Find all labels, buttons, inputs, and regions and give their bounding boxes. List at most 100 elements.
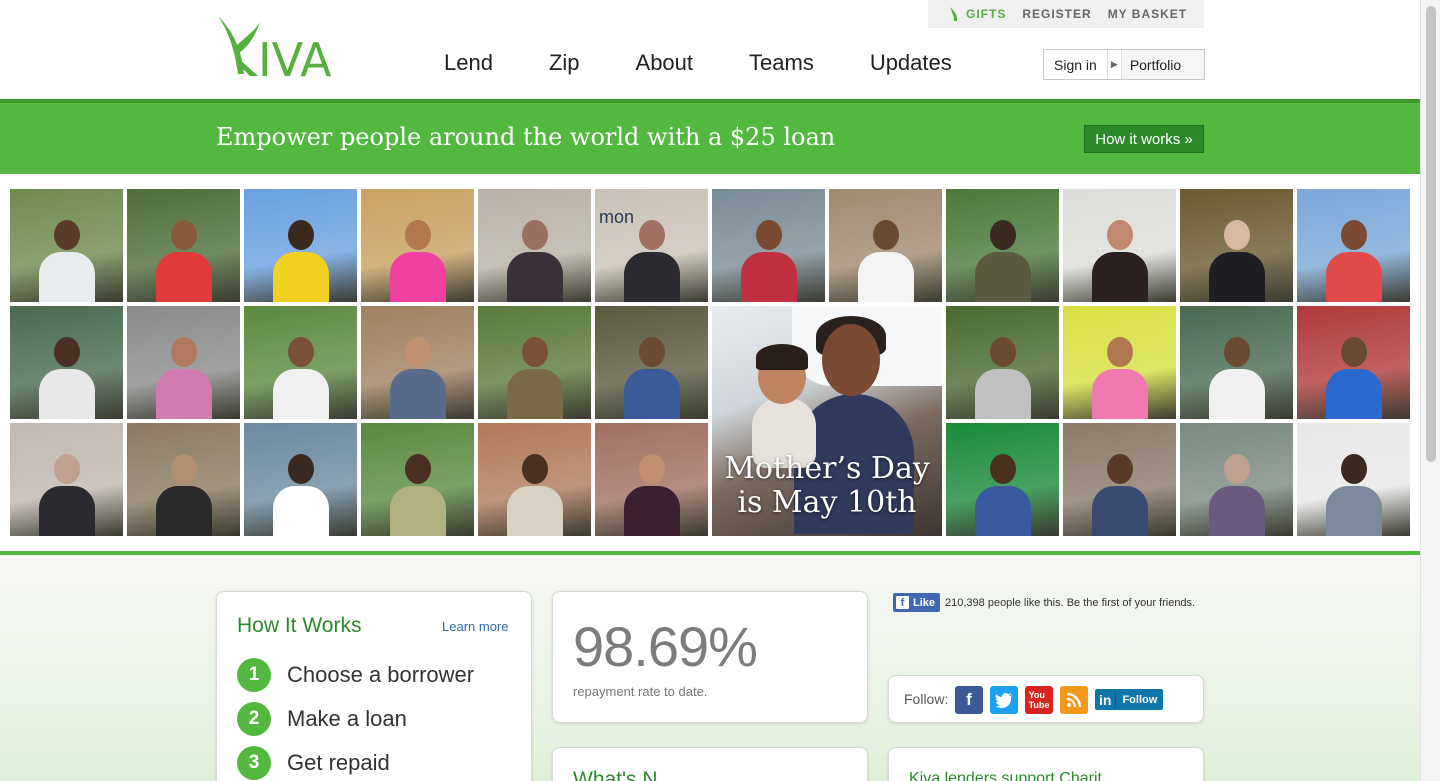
- scrollbar-thumb[interactable]: [1426, 6, 1436, 462]
- borrower-photo[interactable]: [1180, 189, 1293, 302]
- register-link[interactable]: REGISTER: [1022, 7, 1091, 21]
- borrower-face: [1223, 454, 1250, 484]
- borrower-face: [989, 337, 1016, 367]
- borrower-clothing: [1091, 486, 1148, 536]
- borrower-photo[interactable]: [244, 306, 357, 419]
- learn-more-link[interactable]: Learn more: [442, 619, 508, 634]
- gifts-link[interactable]: GIFTS: [948, 6, 1006, 22]
- borrower-photo[interactable]: [361, 306, 474, 419]
- arrow-right-icon: ▶: [1106, 50, 1121, 79]
- borrower-face: [1106, 220, 1133, 250]
- site-header: IVA GIFTS REGISTER MY BASKET Lend Zip Ab…: [0, 0, 1420, 99]
- borrower-clothing: [389, 486, 446, 536]
- borrower-photo[interactable]: [478, 306, 591, 419]
- linkedin-follow-label: Follow: [1122, 693, 1158, 706]
- linkedin-follow-button[interactable]: in Follow: [1095, 689, 1164, 710]
- borrower-photo[interactable]: [946, 306, 1059, 419]
- twitter-icon[interactable]: [990, 686, 1018, 714]
- borrower-photo[interactable]: [1063, 423, 1176, 536]
- nav-lend[interactable]: Lend: [444, 50, 493, 76]
- borrower-photo[interactable]: [127, 189, 240, 302]
- feature-caption-line1: Mother’s Day: [724, 451, 930, 486]
- borrower-photo[interactable]: [595, 306, 708, 419]
- repayment-rate-card: 98.69% repayment rate to date.: [552, 591, 868, 723]
- borrower-figure: [1091, 220, 1148, 302]
- borrower-photo[interactable]: [244, 189, 357, 302]
- borrower-face: [53, 220, 80, 250]
- borrower-photo[interactable]: [946, 189, 1059, 302]
- nav-updates[interactable]: Updates: [870, 50, 952, 76]
- borrower-face: [1106, 454, 1133, 484]
- borrower-photo[interactable]: [10, 189, 123, 302]
- leaf-icon: [950, 7, 958, 21]
- borrower-photo[interactable]: [127, 306, 240, 419]
- nav-about[interactable]: About: [636, 50, 694, 76]
- step-number: 3: [237, 746, 271, 780]
- borrower-photo[interactable]: mon: [595, 189, 708, 302]
- step-get-repaid[interactable]: 3 Get repaid: [237, 746, 390, 780]
- borrower-face: [521, 454, 548, 484]
- borrower-photo[interactable]: [478, 423, 591, 536]
- borrower-photo[interactable]: [1180, 423, 1293, 536]
- page-scrollbar[interactable]: [1420, 0, 1440, 781]
- borrower-figure: [1325, 337, 1382, 419]
- how-it-works-button[interactable]: How it works »: [1084, 125, 1204, 153]
- borrower-clothing: [272, 252, 329, 302]
- step-choose-borrower[interactable]: 1 Choose a borrower: [237, 658, 474, 692]
- hero-banner: Empower people around the world with a $…: [0, 103, 1420, 174]
- facebook-like-button[interactable]: f Like: [893, 593, 941, 612]
- borrower-photo[interactable]: [946, 423, 1059, 536]
- facebook-like-widget: f Like 210,398 people like this. Be the …: [893, 593, 1195, 612]
- main-nav: Lend Zip About Teams Updates: [444, 50, 1008, 76]
- borrower-clothing: [974, 486, 1031, 536]
- borrower-figure: [740, 220, 797, 302]
- borrower-face: [287, 220, 314, 250]
- step-make-loan[interactable]: 2 Make a loan: [237, 702, 407, 736]
- rss-icon[interactable]: [1060, 686, 1088, 714]
- borrower-clothing: [740, 252, 797, 302]
- borrower-photo[interactable]: [1180, 306, 1293, 419]
- borrower-photo[interactable]: [829, 189, 942, 302]
- borrower-photo[interactable]: [1297, 423, 1410, 536]
- borrower-photo[interactable]: [244, 423, 357, 536]
- borrower-face: [1340, 220, 1367, 250]
- borrower-photo[interactable]: [712, 189, 825, 302]
- signin-link[interactable]: Sign in: [1044, 50, 1107, 79]
- facebook-icon[interactable]: f: [955, 686, 983, 714]
- nav-zip[interactable]: Zip: [549, 50, 580, 76]
- borrower-face: [404, 337, 431, 367]
- mothers-day-feature[interactable]: Mother’s Day is May 10th: [712, 306, 942, 536]
- borrower-face: [872, 220, 899, 250]
- borrower-face: [404, 454, 431, 484]
- borrower-photo[interactable]: [1063, 306, 1176, 419]
- borrower-clothing: [38, 252, 95, 302]
- borrower-face: [287, 454, 314, 484]
- nav-teams[interactable]: Teams: [749, 50, 814, 76]
- borrower-photo[interactable]: [10, 423, 123, 536]
- borrower-figure: [974, 337, 1031, 419]
- borrower-photo[interactable]: [478, 189, 591, 302]
- youtube-icon[interactable]: You Tube: [1025, 686, 1053, 714]
- kiva-logo[interactable]: IVA: [214, 14, 344, 82]
- borrower-face: [638, 220, 665, 250]
- basket-link[interactable]: MY BASKET: [1108, 7, 1187, 21]
- borrower-figure: [38, 454, 95, 536]
- portfolio-link[interactable]: Portfolio: [1120, 50, 1204, 79]
- whats-new-title: What's N: [573, 768, 658, 781]
- borrower-photo[interactable]: [595, 423, 708, 536]
- borrower-photo[interactable]: [361, 423, 474, 536]
- borrower-photo[interactable]: [1297, 306, 1410, 419]
- borrower-photo[interactable]: [1063, 189, 1176, 302]
- borrower-face: [638, 454, 665, 484]
- borrower-clothing: [974, 252, 1031, 302]
- feature-mother-face: [822, 324, 880, 396]
- borrower-photo[interactable]: [10, 306, 123, 419]
- borrower-photo[interactable]: [361, 189, 474, 302]
- borrower-figure: [272, 337, 329, 419]
- borrower-photo[interactable]: [1297, 189, 1410, 302]
- feature-caption: Mother’s Day is May 10th: [712, 452, 942, 520]
- follow-card: Follow: f You Tube in Follow: [888, 675, 1204, 723]
- whats-new-card: What's N: [552, 747, 868, 781]
- gifts-label: GIFTS: [966, 7, 1007, 21]
- borrower-photo[interactable]: [127, 423, 240, 536]
